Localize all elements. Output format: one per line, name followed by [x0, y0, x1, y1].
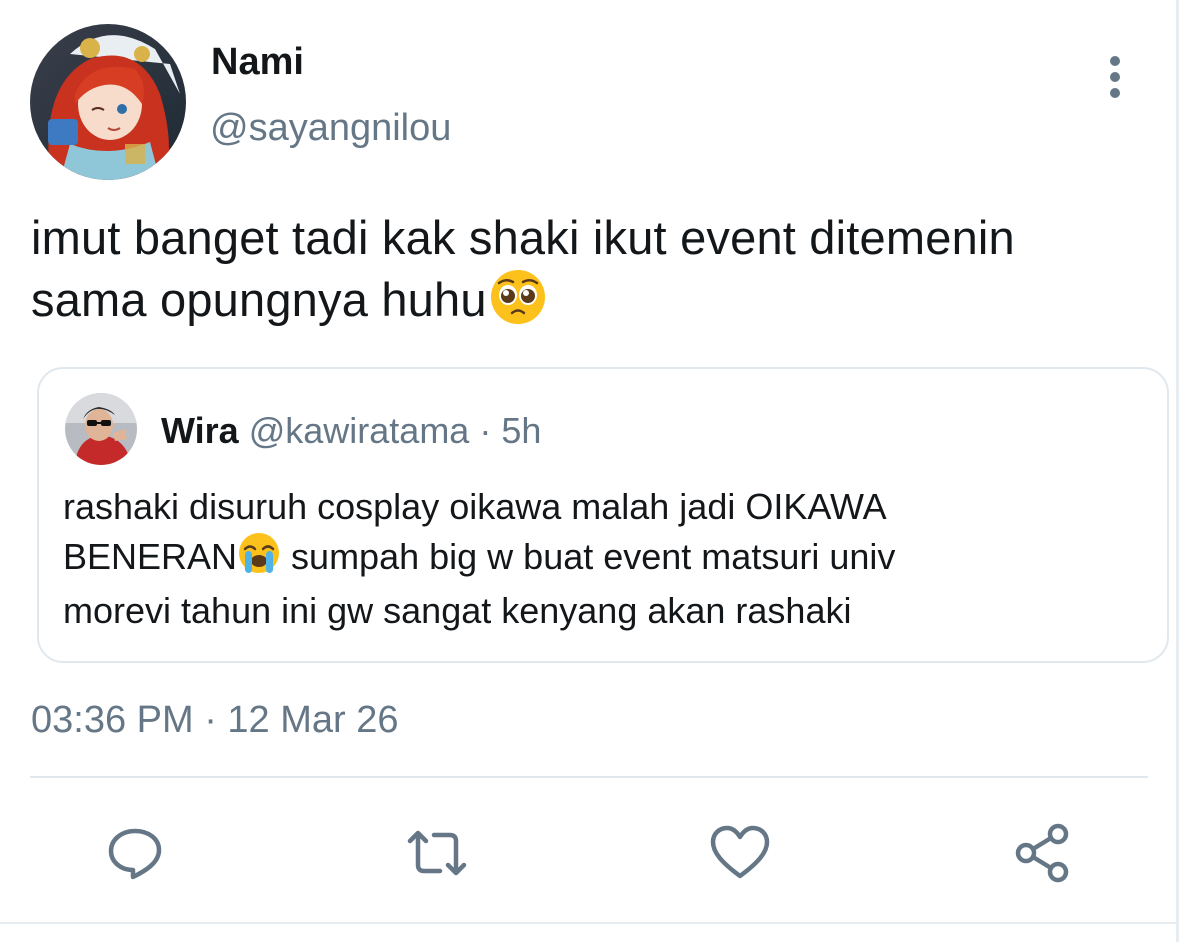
- retweet-button[interactable]: [402, 818, 472, 888]
- quote-header: Wira @kawiratama · 5h: [161, 409, 541, 453]
- author-handle[interactable]: @sayangnilou: [210, 106, 451, 150]
- avatar-image: [30, 24, 186, 180]
- quote-text: rashaki disuruh cosplay oikawa malah jad…: [63, 483, 1153, 635]
- quote-avatar-image: [65, 393, 137, 465]
- tweet-text-line: imut banget tadi kak shaki ikut event di…: [31, 211, 1015, 264]
- quote-author-meta: @kawiratama · 5h: [248, 410, 542, 451]
- divider: [30, 776, 1148, 778]
- tweet-text: imut banget tadi kak shaki ikut event di…: [31, 208, 1161, 340]
- reply-button[interactable]: [100, 818, 170, 888]
- more-dot-icon: [1110, 72, 1120, 82]
- tweet: Nami @sayangnilou imut banget tadi kak s…: [0, 0, 1179, 942]
- quote-text-line: BENERAN sumpah big w buat event matsuri …: [63, 531, 1153, 587]
- retweet-icon: [407, 830, 467, 876]
- quote-text-segment: sumpah big w buat event matsuri univ: [281, 536, 896, 577]
- more-dot-icon: [1110, 56, 1120, 66]
- like-button[interactable]: [705, 818, 775, 888]
- quote-author-display-name[interactable]: Wira: [161, 410, 239, 451]
- share-button[interactable]: [1008, 818, 1078, 888]
- loudly-crying-face-emoji-icon: [237, 531, 281, 587]
- quote-text-line: morevi tahun ini gw sangat kenyang akan …: [63, 590, 852, 631]
- quote-text-segment: BENERAN: [63, 536, 238, 577]
- author-avatar[interactable]: [30, 24, 186, 180]
- quote-text-line: rashaki disuruh cosplay oikawa malah jad…: [63, 486, 887, 527]
- divider: [0, 922, 1179, 924]
- more-dot-icon: [1110, 88, 1120, 98]
- tweet-text-line: sama opungnya huhu: [31, 268, 1161, 340]
- quoted-tweet[interactable]: Wira @kawiratama · 5h rashaki disuruh co…: [37, 367, 1169, 663]
- quote-author-avatar[interactable]: [65, 393, 137, 465]
- like-icon: [710, 825, 770, 879]
- tweet-text-segment: sama opungnya huhu: [31, 273, 487, 326]
- author-display-name[interactable]: Nami: [211, 40, 304, 84]
- reply-icon: [108, 828, 162, 880]
- share-icon: [1015, 823, 1069, 883]
- more-options-button[interactable]: [1096, 54, 1134, 98]
- pleading-face-emoji-icon: [489, 268, 547, 340]
- tweet-timestamp[interactable]: 03:36 PM · 12 Mar 26: [31, 698, 399, 742]
